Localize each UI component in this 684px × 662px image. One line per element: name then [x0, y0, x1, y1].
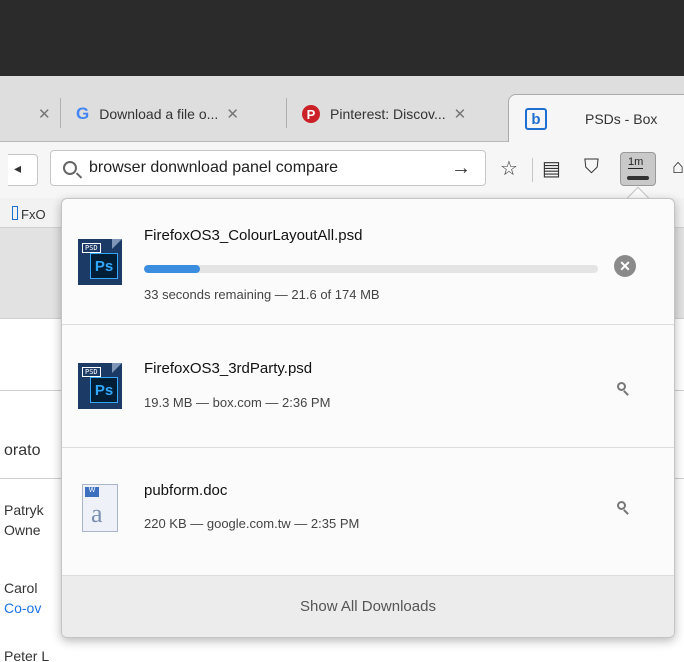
downloads-time-badge: 1m — [628, 156, 644, 169]
pocket-icon[interactable]: ⛉ — [584, 156, 599, 179]
box-icon: b — [525, 108, 547, 130]
reading-list-icon[interactable]: ▤ — [542, 156, 561, 181]
tab-label: PSDs - Box — [585, 111, 658, 127]
download-item[interactable]: W a pubform.doc 220 KB — google.com.tw —… — [62, 448, 674, 572]
downloads-button[interactable]: 1m — [620, 152, 656, 186]
page-heading-fragment: orato — [4, 442, 41, 459]
navigation-toolbar: ◂ browser donwnload panel compare → ☆ ▤ … — [0, 142, 684, 198]
home-icon[interactable]: ⌂ — [672, 156, 684, 179]
doc-glyph: a — [91, 499, 103, 528]
page-text-fragment: Owne — [4, 522, 41, 538]
download-item[interactable]: PSD Ps FirefoxOS3_3rdParty.psd 19.3 MB —… — [62, 325, 674, 449]
file-type-tag: PSD — [82, 243, 101, 253]
url-text[interactable]: browser donwnload panel compare — [89, 159, 338, 177]
magnifier-handle — [623, 390, 629, 396]
google-icon: G — [76, 104, 90, 123]
download-status: 220 KB — google.com.tw — 2:35 PM — [144, 516, 360, 531]
show-in-folder-button[interactable] — [614, 379, 634, 399]
magnifier-handle — [623, 509, 629, 515]
download-file-name: pubform.doc — [144, 482, 228, 499]
close-tab-icon[interactable]: ✕ — [226, 105, 239, 123]
download-file-name: FirefoxOS3_3rdParty.psd — [144, 360, 313, 377]
url-bar[interactable]: browser donwnload panel compare → — [50, 150, 486, 186]
photoshop-icon: Ps — [90, 377, 118, 403]
downloads-panel: PSD Ps FirefoxOS3_ColourLayoutAll.psd 33… — [61, 198, 675, 638]
tab-previous[interactable]: ✕ — [30, 98, 51, 130]
download-status: 19.3 MB — box.com — 2:36 PM — [144, 395, 331, 410]
close-tab-icon[interactable]: ✕ — [38, 105, 51, 123]
close-tab-icon[interactable]: ✕ — [454, 105, 467, 123]
pinterest-icon: P — [302, 105, 320, 123]
photoshop-icon: Ps — [90, 253, 118, 279]
download-progress-bar — [144, 265, 598, 273]
cancel-download-button[interactable]: ✕ — [614, 255, 636, 277]
active-tab-content: b PSDs - Box — [525, 103, 657, 135]
download-item[interactable]: PSD Ps FirefoxOS3_ColourLayoutAll.psd 33… — [62, 199, 674, 323]
psd-file-icon: PSD Ps — [78, 363, 122, 409]
file-fold — [112, 239, 122, 249]
doc-file-icon: W a — [82, 484, 118, 532]
tab-label: Download a file o... — [99, 106, 219, 122]
close-icon: ✕ — [619, 257, 631, 274]
tab-psds-box[interactable]: b PSDs - Box — [508, 94, 684, 142]
download-progress-fill — [144, 265, 201, 273]
page-text-fragment: Patryk — [4, 502, 44, 518]
tab-label: Pinterest: Discov... — [330, 106, 446, 122]
show-all-downloads-button[interactable]: Show All Downloads — [62, 575, 674, 637]
back-arrow-icon: ◂ — [14, 160, 22, 176]
back-button[interactable]: ◂ — [8, 154, 38, 186]
go-arrow-icon[interactable]: → — [451, 157, 471, 180]
downloads-progress-indicator — [627, 176, 649, 180]
download-file-name: FirefoxOS3_ColourLayoutAll.psd — [144, 227, 363, 244]
page-text-fragment: Peter L — [4, 648, 50, 662]
bookmark-star-icon[interactable]: ☆ — [500, 156, 518, 181]
search-icon — [63, 161, 77, 175]
page-link-fragment[interactable]: Co-ov — [4, 600, 41, 616]
bookmark-item[interactable]: FxO — [12, 206, 46, 222]
toolbar-separator — [532, 158, 533, 182]
tab-google-download[interactable]: G Download a file o... ✕ — [76, 98, 239, 130]
psd-file-icon: PSD Ps — [78, 239, 122, 285]
show-all-downloads-label: Show All Downloads — [300, 598, 436, 615]
file-type-tag: PSD — [82, 367, 101, 377]
tab-pinterest[interactable]: P Pinterest: Discov... ✕ — [302, 98, 466, 130]
page-text-fragment: Carol — [4, 580, 38, 596]
download-status: 33 seconds remaining — 21.6 of 174 MB — [144, 287, 380, 302]
file-fold — [112, 363, 122, 373]
tab-separator — [286, 98, 287, 128]
tab-separator — [60, 98, 61, 128]
show-in-folder-button[interactable] — [614, 498, 634, 518]
window-title-strip — [0, 0, 684, 76]
word-tag: W — [85, 487, 99, 497]
